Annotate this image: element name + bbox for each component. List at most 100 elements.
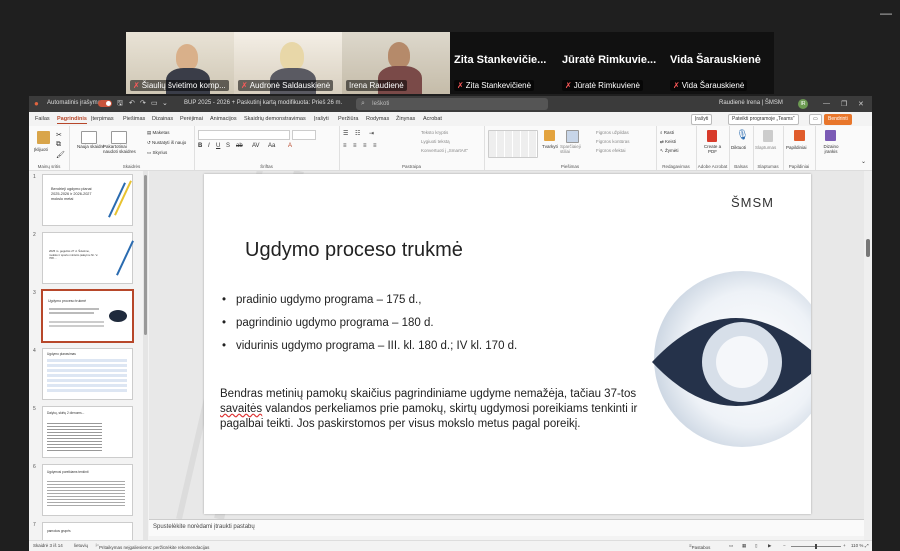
autosave-toggle[interactable] — [98, 100, 112, 107]
reset-button[interactable]: ↺ Nustatyti iš naujo — [147, 140, 186, 146]
slide-thumbnail-7[interactable]: pamokos grupės — [42, 522, 133, 540]
font-family-select[interactable] — [198, 130, 290, 140]
arrange-icon[interactable] — [544, 130, 555, 141]
search-box[interactable]: ⌕ Ieškoti — [356, 98, 548, 110]
numbering-icon[interactable]: ☷ — [355, 130, 360, 137]
justify-icon[interactable]: ≡ — [373, 143, 377, 149]
tab-file[interactable]: Failas — [35, 116, 50, 122]
new-slide-label[interactable]: Nauja skaidrė — [77, 144, 105, 149]
participant-tile-1[interactable]: ✗ Šiaulių švietimo komp... — [126, 32, 234, 94]
tab-slideshow[interactable]: Skaidrių demonstravimas — [244, 116, 306, 122]
align-center-icon[interactable]: ≡ — [353, 143, 357, 149]
layout-button[interactable]: ▤ Maketas — [147, 130, 170, 136]
slide-thumbnail-4[interactable]: Ugdymo planavimas — [42, 348, 133, 400]
tab-animations[interactable]: Animacijos — [210, 116, 237, 122]
slide-paragraph[interactable]: Bendras metinių pamokų skaičius pagrindi… — [220, 387, 645, 432]
participant-tile-3[interactable]: Irena Raudienė — [342, 32, 450, 94]
comments-icon[interactable]: ▭ — [809, 114, 822, 125]
slide-thumbnail-6[interactable]: Ugdymosi poreikiams tenkinti — [42, 464, 133, 516]
language-indicator[interactable]: lietuvių — [74, 543, 88, 548]
sensitivity-label[interactable]: Slaptumas — [755, 145, 776, 150]
slide-thumbnail-5[interactable]: Dalykų, skirtų 2 dienoms... — [42, 406, 133, 458]
change-case-icon[interactable]: Aa — [268, 143, 275, 149]
tab-view[interactable]: Rodymas — [366, 116, 389, 122]
thumbnails-scrollbar[interactable] — [143, 171, 148, 540]
tab-insert[interactable]: Įterpimas — [91, 116, 114, 122]
save-icon[interactable]: 🖫 — [117, 99, 123, 110]
window-close-icon[interactable]: ✕ — [858, 100, 864, 108]
zoom-level[interactable]: 110 % — [851, 543, 863, 548]
slideshow-view-icon[interactable]: ▶ — [768, 543, 771, 549]
spacing-icon[interactable]: AV — [252, 143, 260, 149]
scrollbar-thumb[interactable] — [866, 239, 870, 257]
indent-icon[interactable]: ⇥ — [369, 130, 374, 137]
tab-review[interactable]: Peržiūra — [338, 116, 358, 122]
scrollbar-thumb[interactable] — [144, 175, 147, 335]
designer-icon[interactable] — [825, 130, 836, 141]
window-restore-icon[interactable]: ❐ — [841, 100, 847, 108]
tab-home[interactable]: Pagrindinis — [57, 116, 87, 124]
participant-tile-6[interactable]: Vida Šarauskienė ✗ Vida Šarauskienė — [666, 32, 774, 94]
align-right-icon[interactable]: ≡ — [363, 143, 367, 149]
tab-transitions[interactable]: Perėjimai — [180, 116, 203, 122]
pdf-icon[interactable] — [707, 130, 717, 142]
tab-draw[interactable]: Piešimas — [123, 116, 145, 122]
window-minimize-icon[interactable]: — — [823, 100, 830, 107]
align-left-icon[interactable]: ≡ — [343, 143, 347, 149]
format-painter-icon[interactable]: 🖌 — [56, 151, 65, 159]
tab-help[interactable]: Žinynas — [396, 116, 415, 122]
shapes-gallery[interactable] — [488, 130, 538, 158]
participant-tile-5[interactable]: Jūratė Rimkuvie... ✗ Jūratė Rimkuvienė — [558, 32, 666, 94]
underline-icon[interactable]: U — [216, 143, 220, 149]
zoom-out-icon[interactable]: − — [783, 543, 786, 548]
shadow-icon[interactable]: S — [226, 143, 230, 149]
quick-styles-label[interactable]: Sparčiaieji stiliai — [560, 144, 590, 154]
shape-fill-button[interactable]: Figūros užpildas — [596, 130, 629, 135]
smartart-button[interactable]: Konvertuoti į „SmartArt“ — [421, 148, 468, 153]
copy-icon[interactable]: ⧉ — [56, 141, 61, 149]
text-direction-button[interactable]: Teksto kryptis — [421, 130, 448, 135]
section-button[interactable]: ▭ Skyrius — [147, 150, 167, 156]
reuse-slides-icon[interactable] — [111, 131, 127, 144]
bullet-list[interactable]: • pradinio ugdymo programa – 175 d., • pag… — [222, 294, 517, 363]
tab-design[interactable]: Dizainas — [152, 116, 173, 122]
reuse-slides-label[interactable]: Pakartotinai naudoti skaidres — [103, 144, 139, 154]
shape-outline-button[interactable]: Figūros kontūras — [596, 139, 630, 144]
slide-title[interactable]: Ugdymo proceso trukmė — [245, 239, 463, 262]
present-in-teams-button[interactable]: Pateikti programoje „Teams“ — [728, 114, 799, 125]
tab-record[interactable]: Įrašyti — [314, 116, 329, 122]
addins-icon[interactable] — [794, 130, 805, 141]
shape-effects-button[interactable]: Figūros efektai — [596, 148, 626, 153]
editor-scrollbar[interactable] — [864, 171, 872, 540]
accessibility-status[interactable]: ⚐ Pritaikymas neįgaliesiems: peržiūrėkit… — [95, 543, 209, 550]
strikethrough-icon[interactable]: ab — [236, 143, 243, 149]
current-slide[interactable]: ŠMSM Ugdymo proceso trukmė • pradinio ugd… — [204, 174, 811, 514]
font-size-select[interactable] — [292, 130, 316, 140]
present-icon[interactable]: ▭ — [151, 99, 158, 107]
quick-styles-icon[interactable] — [566, 130, 579, 143]
slide-thumbnail-1[interactable]: Bendrieji ugdymo planai 2025-2026 ir 202… — [42, 174, 133, 226]
notes-pane[interactable]: Spustelėkite norėdami įtraukti pastabų — [149, 519, 864, 536]
microphone-icon[interactable]: 🎙 — [736, 130, 749, 141]
slide-thumbnail-3[interactable]: Ugdymo proceso trukmė — [41, 289, 134, 343]
redo-icon[interactable]: ↷ — [140, 99, 146, 107]
find-button[interactable]: ⌕ Rasti — [660, 130, 674, 135]
zoom-slider-handle[interactable] — [815, 544, 817, 549]
participant-tile-2[interactable]: ✗ Audronė Saldauskienė — [234, 32, 342, 94]
reading-view-icon[interactable]: ▯ — [755, 543, 757, 549]
collapse-ribbon-icon[interactable]: ⌄ — [861, 158, 866, 165]
normal-view-icon[interactable]: ▭ — [729, 543, 733, 549]
paste-icon[interactable] — [37, 131, 50, 144]
record-button[interactable]: Įrašyti — [691, 114, 713, 125]
share-button[interactable]: Bendrinti — [824, 114, 852, 125]
undo-icon[interactable]: ↶ — [129, 99, 135, 107]
account-name[interactable]: Raudienė Irena | ŠMSM — [719, 100, 783, 106]
new-slide-icon[interactable] — [81, 131, 97, 144]
sorter-view-icon[interactable]: ▦ — [742, 543, 746, 549]
font-color-icon[interactable]: A — [288, 143, 292, 149]
dictate-label[interactable]: Diktuoti — [731, 145, 746, 150]
minimize-icon[interactable]: — — [880, 6, 892, 20]
tab-acrobat[interactable]: Acrobat — [423, 116, 442, 122]
avatar[interactable]: IR — [798, 99, 808, 109]
addins-label[interactable]: Papildiniai — [786, 145, 807, 150]
